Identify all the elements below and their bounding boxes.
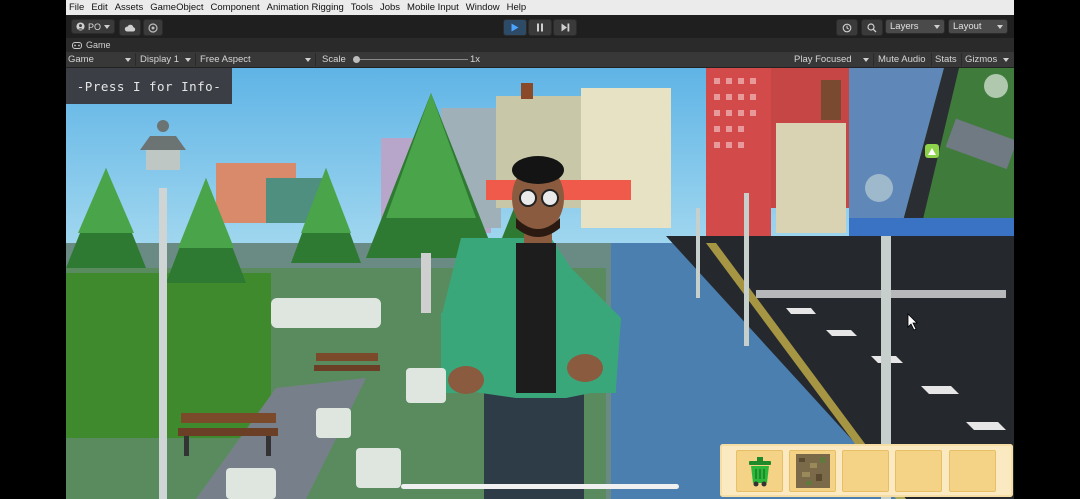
inventory-slot-5[interactable]: [949, 450, 996, 492]
gamepad-icon: [72, 41, 82, 49]
inventory-bar: [720, 444, 1013, 497]
pause-button[interactable]: [528, 19, 552, 36]
step-button[interactable]: [553, 19, 577, 36]
account-label: PO: [88, 21, 102, 32]
chevron-down-icon: [185, 58, 191, 62]
chevron-down-icon: [104, 25, 110, 29]
aspect-dropdown[interactable]: Free Aspect: [198, 53, 316, 66]
scale-control: Scale 1x: [320, 53, 488, 66]
chevron-down-icon: [934, 25, 940, 29]
collab-icon: [148, 22, 158, 33]
search-button[interactable]: [861, 19, 883, 36]
inventory-slot-1[interactable]: [736, 450, 783, 492]
home-indicator[interactable]: [401, 484, 679, 489]
menu-gameobject[interactable]: GameObject: [147, 2, 207, 13]
layers-label: Layers: [890, 21, 919, 32]
aspect-label: Free Aspect: [200, 54, 251, 65]
gizmos-dropdown[interactable]: Gizmos: [963, 53, 1013, 66]
inventory-slot-3[interactable]: [842, 450, 889, 492]
menu-jobs[interactable]: Jobs: [377, 2, 404, 13]
play-focused-dropdown[interactable]: Play Focused: [792, 53, 874, 66]
chevron-down-icon: [1003, 58, 1009, 62]
scale-label: Scale: [322, 54, 346, 65]
search-icon: [867, 22, 877, 32]
trash-can-icon: [748, 457, 771, 487]
game-viewport[interactable]: -Press I for Info-: [66, 68, 1014, 499]
display-label: Display 1: [140, 54, 180, 65]
menu-component[interactable]: Component: [208, 2, 264, 13]
left-letterbox: [0, 0, 66, 499]
mute-audio-label: Mute Audio: [878, 54, 926, 65]
account-icon: [76, 22, 85, 31]
collab-button[interactable]: [143, 19, 163, 36]
scale-slider-handle[interactable]: [353, 56, 360, 63]
step-icon: [561, 23, 569, 32]
stats-toggle[interactable]: Stats: [933, 53, 962, 66]
player-marker-icon: [925, 144, 939, 158]
cloud-button[interactable]: [119, 19, 141, 36]
dirt-block-icon: [795, 454, 830, 488]
scale-slider-track[interactable]: [356, 59, 468, 60]
chevron-down-icon: [863, 58, 869, 62]
inventory-slot-4[interactable]: [895, 450, 942, 492]
display-dropdown[interactable]: Display 1: [138, 53, 196, 66]
layout-label: Layout: [953, 21, 982, 32]
info-hint-text: -Press I for Info-: [76, 78, 222, 94]
menu-assets[interactable]: Assets: [112, 2, 148, 13]
right-letterbox: [1014, 0, 1080, 499]
info-hint-panel: -Press I for Info-: [66, 68, 232, 104]
menu-animation-rigging[interactable]: Animation Rigging: [264, 2, 348, 13]
layout-dropdown[interactable]: Layout: [948, 19, 1008, 34]
chevron-down-icon: [997, 25, 1003, 29]
history-icon: [842, 23, 852, 32]
menu-tools[interactable]: Tools: [348, 2, 377, 13]
menu-help[interactable]: Help: [504, 2, 531, 13]
game-mode-label: Game: [68, 54, 94, 65]
menu-window[interactable]: Window: [463, 2, 504, 13]
layers-dropdown[interactable]: Layers: [885, 19, 945, 34]
main-toolbar: PO Layers Layout: [66, 15, 1014, 38]
pause-icon: [537, 23, 543, 32]
chevron-down-icon: [125, 58, 131, 62]
cloud-icon: [124, 24, 136, 31]
chevron-down-icon: [305, 58, 311, 62]
play-focused-label: Play Focused: [794, 54, 852, 65]
scale-value: 1x: [470, 54, 481, 65]
play-button[interactable]: [503, 19, 527, 36]
tab-game[interactable]: Game: [72, 40, 111, 50]
tab-game-label: Game: [86, 40, 111, 50]
menu-mobile-input[interactable]: Mobile Input: [404, 2, 463, 13]
account-dropdown[interactable]: PO: [71, 19, 115, 34]
menu-file[interactable]: File: [66, 2, 88, 13]
tab-bar: Game: [66, 38, 1014, 52]
game-view-toolbar: Game Display 1 Free Aspect Scale 1x Play…: [66, 52, 1014, 68]
minimap[interactable]: [849, 68, 1014, 236]
game-mode-dropdown[interactable]: Game: [66, 53, 136, 66]
stats-label: Stats: [935, 54, 957, 65]
play-icon: [511, 23, 519, 32]
menu-bar: File Edit Assets GameObject Component An…: [66, 0, 1014, 15]
menu-edit[interactable]: Edit: [88, 2, 111, 13]
mute-audio-toggle[interactable]: Mute Audio: [876, 53, 932, 66]
gizmos-label: Gizmos: [965, 54, 998, 65]
history-button[interactable]: [836, 19, 858, 36]
unity-editor-window: File Edit Assets GameObject Component An…: [66, 0, 1014, 499]
inventory-slot-2[interactable]: [789, 450, 836, 492]
